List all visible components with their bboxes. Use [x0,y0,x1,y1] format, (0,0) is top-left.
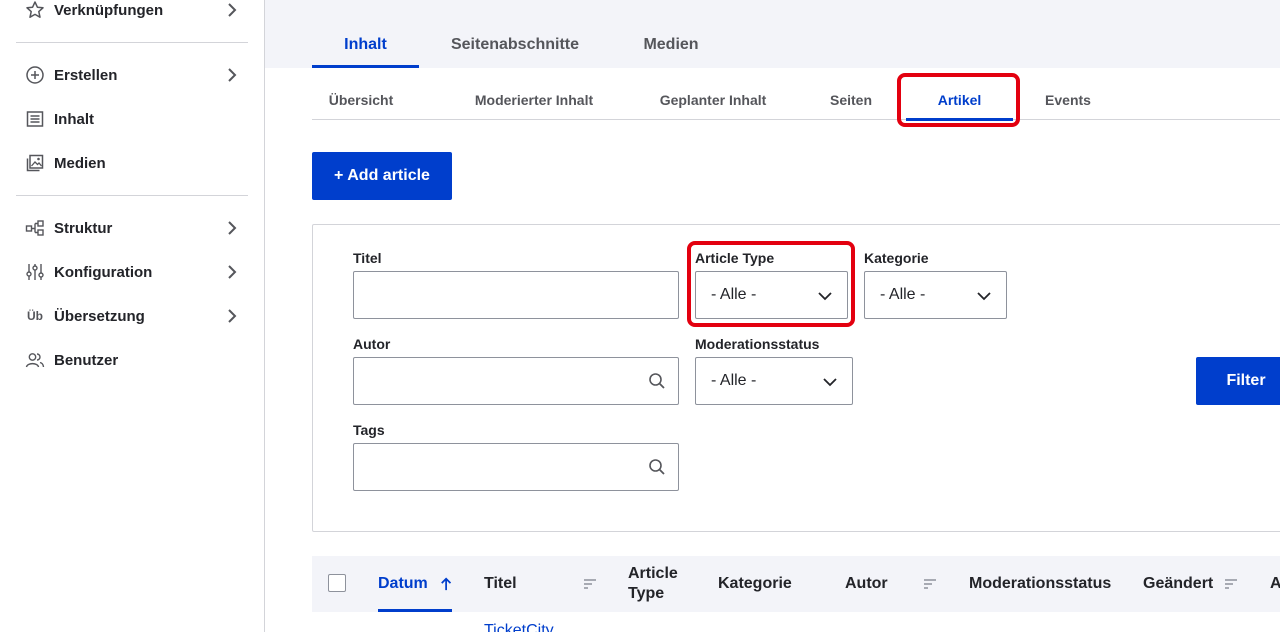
select-all-checkbox[interactable] [328,574,346,592]
column-label: Titel [484,575,517,592]
sort-icon [924,579,936,589]
column-autor[interactable]: Autor [845,556,940,612]
sidebar-item-label: Benutzer [54,351,119,369]
chevron-right-icon [228,68,237,82]
image-icon [24,152,46,174]
article-type-label: Article Type [695,250,775,266]
secondary-tabs: Übersicht Moderierter Inhalt Geplanter I… [312,80,1280,121]
title-label: Titel [353,250,382,266]
search-icon [649,373,665,389]
chevron-down-icon [818,292,832,301]
add-article-button[interactable]: + Add article [312,152,452,200]
column-geaendert[interactable]: Geändert [1143,556,1243,612]
sidebar-item-benutzer[interactable]: Benutzer [16,340,248,380]
category-value: - Alle - [880,286,926,303]
sort-icon [1225,579,1237,589]
category-select[interactable]: - Alle - [864,271,1007,319]
chevron-down-icon [823,378,837,387]
chevron-down-icon [977,292,991,301]
translation-icon: Üb [27,309,43,323]
sort-icon [584,579,596,589]
document-list-icon [24,108,46,130]
column-a[interactable]: A [1270,556,1280,612]
sidebar-item-label: Struktur [54,219,113,237]
tab-uebersicht[interactable]: Übersicht [312,80,410,120]
sidebar-item-konfiguration[interactable]: Konfiguration [16,252,248,292]
users-icon [24,349,46,371]
sidebar-item-label: Medien [54,154,106,172]
primary-tabs: Inhalt Seitenabschnitte Medien [265,0,1280,68]
chevron-right-icon [228,309,237,323]
article-type-value: - Alle - [711,286,757,303]
column-label: Geändert [1143,575,1214,592]
title-input[interactable] [353,271,679,319]
main-content: Inhalt Seitenabschnitte Medien Übersicht… [265,0,1280,632]
sidebar-item-erstellen[interactable]: Erstellen [16,55,248,95]
moderation-label: Moderationsstatus [695,336,820,352]
sidebar-item-uebersetzung[interactable]: Üb Übersetzung [16,296,248,336]
sliders-icon [24,261,46,283]
column-article-type[interactable]: Article Type [628,556,688,612]
chevron-right-icon [228,221,237,235]
sidebar-item-label: Konfiguration [54,263,153,281]
column-label: Datum [378,575,428,592]
sidebar-item-label: Verknüpfungen [54,1,164,19]
sidebar-item-verknuepfungen[interactable]: Verknüpfungen [16,0,248,30]
sidebar-divider [16,42,248,43]
tab-geplanter-inhalt[interactable]: Geplanter Inhalt [630,80,796,120]
tags-label: Tags [353,422,385,438]
plus-circle-icon [24,64,46,86]
tab-seitenabschnitte[interactable]: Seitenabschnitte [435,22,595,68]
arrow-up-icon [440,577,451,591]
sidebar-item-label: Erstellen [54,66,118,84]
star-icon [24,0,46,21]
structure-icon [24,217,46,239]
secondary-panel: Übersicht Moderierter Inhalt Geplanter I… [265,68,1280,632]
author-input[interactable] [353,357,679,405]
search-icon [649,459,665,475]
column-label: Autor [845,575,888,592]
column-datum[interactable]: Datum [378,556,452,612]
tab-moderierter-inhalt[interactable]: Moderierter Inhalt [446,80,622,120]
sidebar-item-label: Übersetzung [54,307,145,325]
sidebar-item-medien[interactable]: Medien [16,143,248,183]
filter-button[interactable]: Filter [1196,357,1280,405]
chevron-right-icon [228,265,237,279]
sidebar: Verknüpfungen Erstellen Inhalt Medien St… [0,0,265,632]
column-kategorie[interactable]: Kategorie [718,556,813,612]
sidebar-divider [16,195,248,196]
tab-events[interactable]: Events [1019,80,1117,120]
sidebar-item-inhalt[interactable]: Inhalt [16,99,248,139]
article-type-select[interactable]: - Alle - [695,271,848,319]
tab-inhalt[interactable]: Inhalt [312,22,419,68]
category-label: Kategorie [864,250,929,266]
column-moderationsstatus[interactable]: Moderationsstatus [969,556,1119,612]
filter-form: Titel Article Type - Alle - Kategorie - … [312,224,1280,532]
moderation-value: - Alle - [711,372,757,389]
sidebar-item-label: Inhalt [54,110,94,128]
table-header: Datum Titel Article Type Kategorie Autor… [312,556,1280,612]
tab-seiten[interactable]: Seiten [802,80,900,120]
chevron-right-icon [228,3,237,17]
tags-input[interactable] [353,443,679,491]
column-titel[interactable]: Titel [484,556,599,612]
tab-medien[interactable]: Medien [621,22,721,68]
sidebar-item-struktur[interactable]: Struktur [16,208,248,248]
table-row-title-link[interactable]: TicketCity [484,622,554,632]
author-label: Autor [353,336,391,352]
tab-artikel[interactable]: Artikel [906,80,1013,121]
moderation-select[interactable]: - Alle - [695,357,853,405]
